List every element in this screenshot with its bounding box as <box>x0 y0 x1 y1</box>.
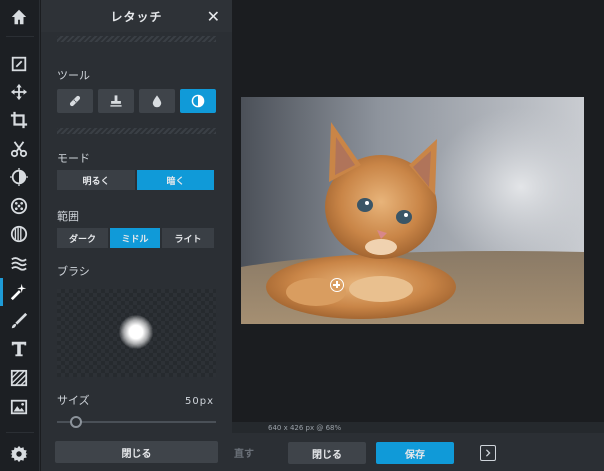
close-button[interactable]: 閉じる <box>288 442 366 464</box>
undo-button[interactable]: 直す <box>234 445 254 460</box>
image-info: 640 x 426 px @ 68% <box>232 422 604 433</box>
rail-divider <box>6 36 34 37</box>
brush-dot <box>119 315 153 349</box>
range-light-button[interactable]: ライト <box>162 228 214 248</box>
tool-rail <box>0 0 40 471</box>
home-icon[interactable] <box>8 6 30 28</box>
edit-icon[interactable] <box>8 53 30 75</box>
image-icon[interactable] <box>8 396 30 418</box>
mode-label: モード <box>57 152 90 165</box>
dodge-burn-icon <box>191 94 205 108</box>
effects-icon[interactable] <box>8 223 30 245</box>
cut-icon[interactable] <box>8 138 30 160</box>
move-icon[interactable] <box>8 81 30 103</box>
panel-title: レタッチ <box>110 9 163 24</box>
retouch-panel: レタッチ ✕ ツール モード 明るく 暗く 範囲 ダーク ミドル ライト ブラシ… <box>41 0 232 471</box>
kitten-photo[interactable] <box>241 97 584 324</box>
tool-label: ツール <box>57 69 90 82</box>
stamp-tool-button[interactable] <box>98 89 134 113</box>
brush-preview <box>57 289 216 377</box>
crop-icon[interactable] <box>8 109 30 131</box>
adjust-icon[interactable] <box>8 166 30 188</box>
retouch-icon[interactable] <box>8 281 30 303</box>
size-value: 50px <box>185 396 214 407</box>
panel-divider <box>57 36 216 42</box>
rail-divider <box>6 432 34 433</box>
filter-icon[interactable] <box>8 195 30 217</box>
range-middle-button[interactable]: ミドル <box>110 228 160 248</box>
save-button[interactable]: 保存 <box>376 442 454 464</box>
panel-divider <box>57 128 216 134</box>
drop-tool-button[interactable] <box>139 89 175 113</box>
canvas-area[interactable] <box>232 0 604 433</box>
bottom-bar: 直す 閉じる 保存 <box>232 433 604 471</box>
panel-header: レタッチ ✕ <box>41 0 232 32</box>
stamp-icon <box>110 95 122 107</box>
brush-label: ブラシ <box>57 265 90 278</box>
draw-icon[interactable] <box>8 310 30 332</box>
mode-brighten-button[interactable]: 明るく <box>57 170 135 190</box>
bandage-tool-button[interactable] <box>57 89 93 113</box>
mode-darken-button[interactable]: 暗く <box>137 170 214 190</box>
active-tool-indicator <box>0 278 3 306</box>
panel-close-button[interactable]: 閉じる <box>55 441 218 463</box>
size-slider-knob[interactable] <box>70 416 83 428</box>
texture-icon[interactable] <box>8 367 30 389</box>
brush-cursor-icon <box>330 278 344 292</box>
drop-icon <box>152 95 162 108</box>
range-dark-button[interactable]: ダーク <box>57 228 108 248</box>
dodge-burn-tool-button[interactable] <box>180 89 216 113</box>
photo-image <box>241 97 584 324</box>
settings-icon[interactable] <box>8 443 30 465</box>
liquify-icon[interactable] <box>8 252 30 274</box>
close-icon[interactable]: ✕ <box>207 7 220 26</box>
bandage-icon <box>69 95 81 107</box>
expand-panel-icon[interactable] <box>480 445 496 461</box>
range-label: 範囲 <box>57 210 79 223</box>
size-label: サイズ <box>57 394 90 407</box>
text-icon[interactable] <box>8 338 30 360</box>
